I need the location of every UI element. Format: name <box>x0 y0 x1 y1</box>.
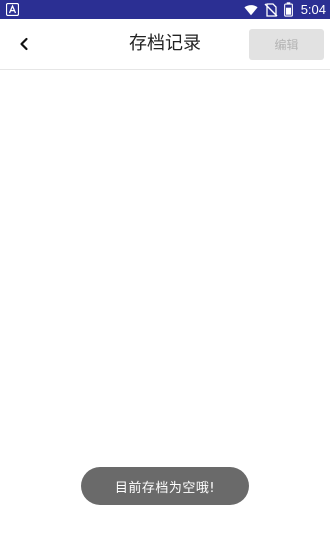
app-bar: 存档记录 编辑 <box>0 19 330 70</box>
wifi-icon <box>244 4 258 15</box>
status-bar: 5:04 <box>0 0 330 19</box>
chevron-left-icon <box>20 37 28 51</box>
battery-icon <box>283 2 293 17</box>
edit-button[interactable]: 编辑 <box>249 29 324 60</box>
toast-message: 目前存档为空哦! <box>81 467 249 505</box>
back-button[interactable] <box>10 30 38 58</box>
status-time: 5:04 <box>300 2 326 17</box>
status-icons: 5:04 <box>244 0 326 19</box>
app-notification-icon <box>6 3 19 16</box>
no-sim-icon <box>264 2 278 17</box>
